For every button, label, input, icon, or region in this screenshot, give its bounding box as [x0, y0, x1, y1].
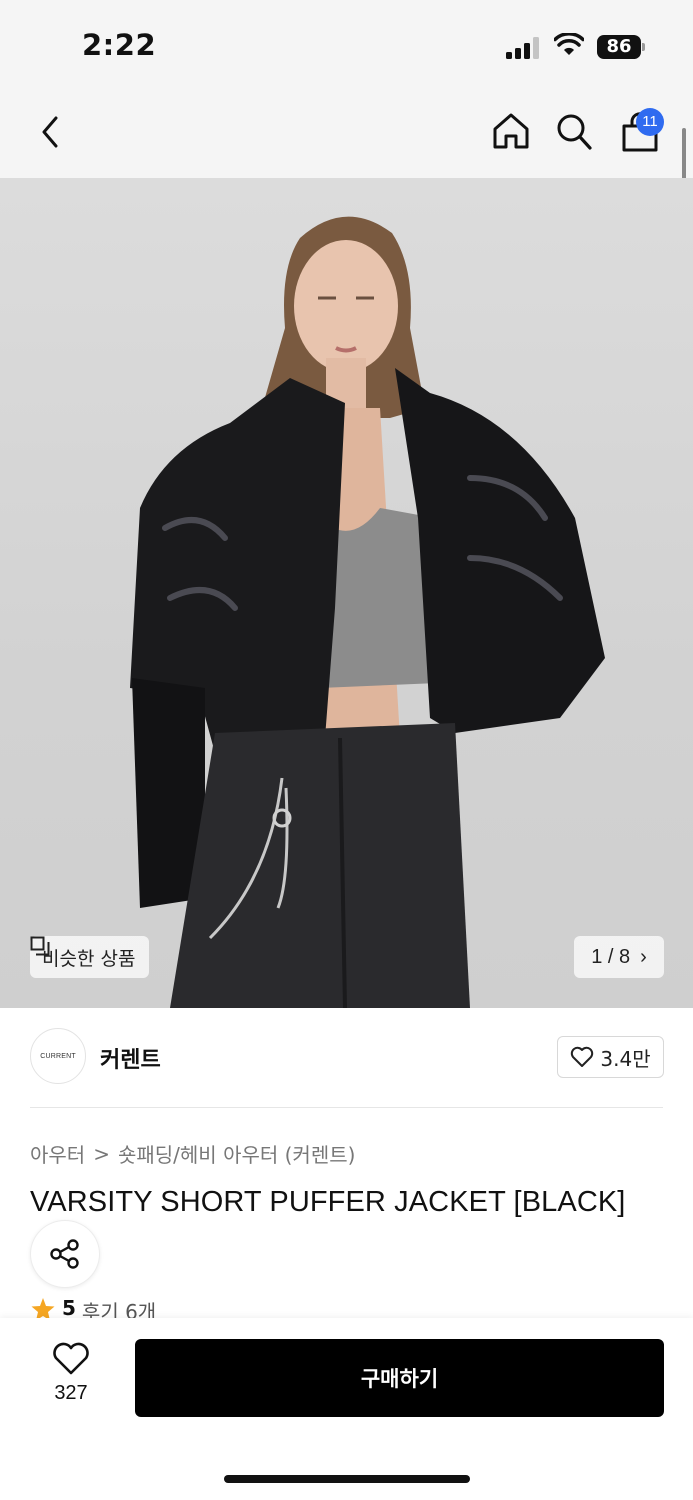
heart-icon — [571, 1046, 594, 1067]
similar-products-button[interactable]: 비슷한 상품 — [30, 936, 150, 978]
product-title: VARSITY SHORT PUFFER JACKET [BLACK] — [30, 1186, 626, 1218]
share-button[interactable] — [30, 1220, 100, 1288]
brand-name[interactable]: 커렌트 — [100, 1042, 161, 1074]
wishlist-count: 327 — [54, 1382, 88, 1404]
back-icon[interactable] — [34, 112, 68, 152]
similar-products-label: 비슷한 상품 — [42, 947, 136, 970]
breadcrumb-item-outer[interactable]: 아우터 — [30, 1139, 85, 1168]
category-breadcrumb: 아우터 > 숏패딩/헤비 아우터 (커렌트) — [30, 1139, 355, 1168]
cart-count-badge: 11 — [636, 108, 664, 136]
cart-button[interactable]: 11 — [618, 108, 666, 154]
brand-like-count: 3.4만 — [600, 1046, 651, 1071]
top-navigation: 11 — [0, 92, 693, 178]
search-icon[interactable] — [554, 110, 594, 152]
bottom-action-bar: 327 구매하기 — [0, 1318, 693, 1500]
rating-row[interactable]: 5 후기 6개 — [30, 1296, 156, 1318]
similar-icon — [30, 936, 50, 956]
chevron-right-icon: › — [640, 945, 647, 968]
product-image[interactable]: 비슷한 상품 1 / 8 › — [0, 178, 693, 1008]
buy-button[interactable]: 구매하기 — [135, 1339, 664, 1417]
breadcrumb-item-padding[interactable]: 숏패딩/헤비 아우터 (커렌트) — [118, 1139, 355, 1168]
pager-count: 1 / 8 — [591, 945, 631, 968]
status-time: 2:22 — [82, 28, 157, 62]
brand-logo[interactable]: CURRENT — [30, 1028, 86, 1084]
breadcrumb-separator: > — [93, 1141, 110, 1166]
share-icon — [50, 1239, 79, 1269]
brand-like-button[interactable]: 3.4만 — [557, 1036, 664, 1078]
brand-logo-text: CURRENT — [40, 1052, 76, 1060]
status-bar: 2:22 86 — [0, 0, 693, 92]
brand-row: CURRENT 커렌트 3.4만 — [0, 1008, 693, 1108]
wifi-icon — [554, 33, 584, 55]
battery-level: 86 — [597, 35, 641, 59]
product-photo — [130, 216, 605, 1008]
review-count: 후기 6개 — [81, 1300, 157, 1318]
heart-icon — [53, 1342, 89, 1375]
wishlist-button[interactable]: 327 — [40, 1342, 102, 1412]
home-icon[interactable] — [490, 110, 532, 152]
rating-score: 5 — [62, 1296, 76, 1318]
home-indicator[interactable] — [224, 1475, 470, 1483]
battery-indicator: 86 — [597, 35, 645, 59]
star-icon — [31, 1298, 55, 1318]
image-pager[interactable]: 1 / 8 › — [574, 936, 664, 978]
signal-icon — [506, 37, 539, 59]
divider — [30, 1107, 663, 1108]
